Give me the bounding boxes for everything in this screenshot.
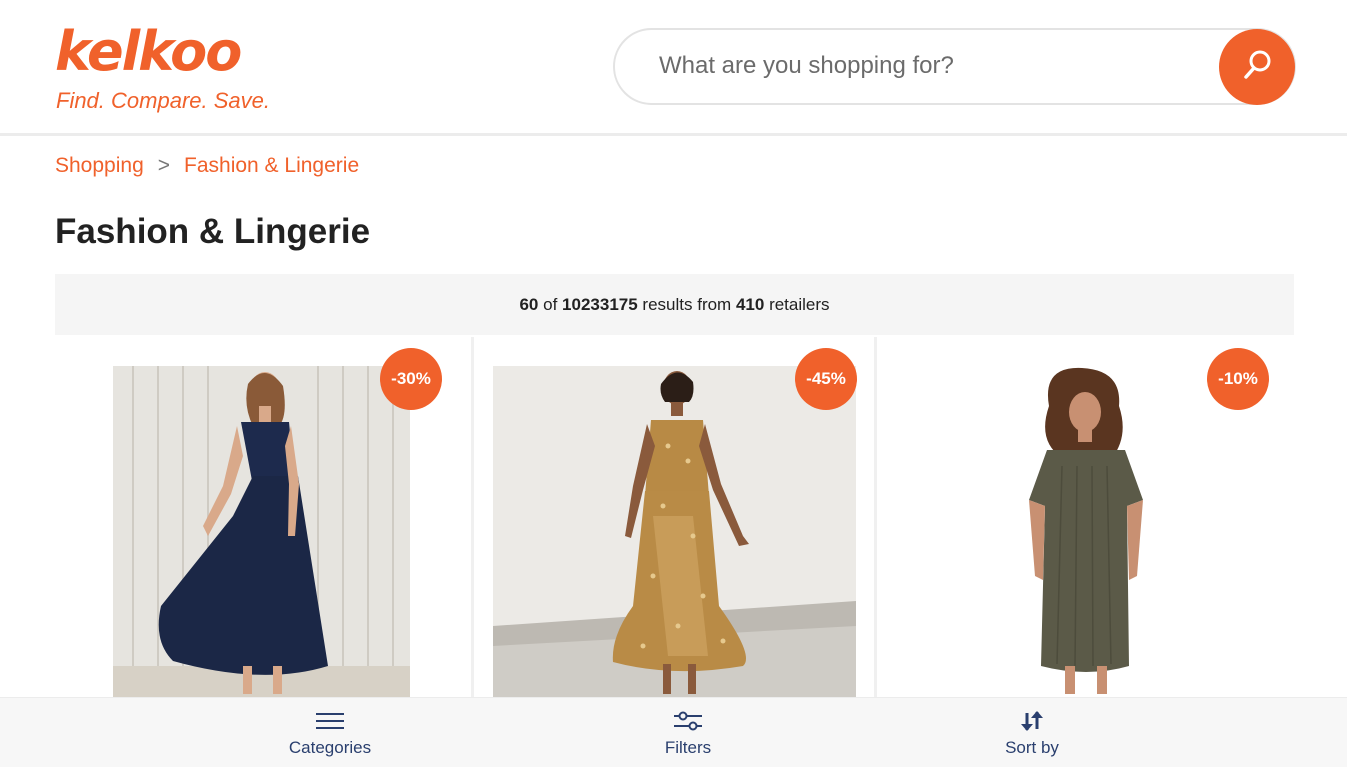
product-card[interactable]: -10% [881,337,1294,697]
sort-by-label: Sort by [1005,738,1059,757]
product-image[interactable] [493,366,856,697]
results-from-label: results from [642,294,732,314]
breadcrumb-fashion-lingerie[interactable]: Fashion & Lingerie [184,154,359,177]
results-shown: 60 [519,294,539,314]
filters-label: Filters [664,738,712,757]
retailers-label: retailers [769,294,830,314]
product-image[interactable] [937,366,1237,697]
categories-label: Categories [288,738,372,757]
menu-icon [316,708,344,734]
breadcrumb: Shopping > Fashion & Lingerie [55,154,359,178]
product-card[interactable]: -30% [55,337,467,697]
breadcrumb-separator: > [157,154,171,177]
filters-button[interactable]: Filters [588,698,788,767]
brand-tagline: Find. Compare. Save. [56,88,270,113]
product-card[interactable]: -45% [471,337,877,697]
sort-arrows-icon [1020,708,1044,734]
categories-button[interactable]: Categories [230,698,430,767]
page-title: Fashion & Lingerie [55,212,371,251]
product-grid: -30% -45% -10% [55,337,1294,697]
site-header: kelkoo Find. Compare. Save. [0,0,1347,136]
search-button[interactable] [1219,29,1295,105]
results-summary: 60 of 10233175 results from 410 retailer… [55,274,1294,335]
breadcrumb-shopping[interactable]: Shopping [55,154,144,177]
retailers-count: 410 [735,294,765,314]
product-image[interactable] [113,366,410,697]
results-total: 10233175 [562,294,638,314]
discount-badge: -30% [380,348,442,410]
bottom-nav: Categories Filters Sort by [0,697,1347,767]
search-input[interactable] [659,46,1199,86]
search-icon [1240,48,1274,87]
sliders-icon [674,708,702,734]
discount-badge: -10% [1207,348,1269,410]
kelkoo-logo[interactable]: kelkoo [55,24,242,80]
results-of-label: of [543,294,558,314]
search-bar [613,28,1296,105]
sort-by-button[interactable]: Sort by [932,698,1132,767]
discount-badge: -45% [795,348,857,410]
